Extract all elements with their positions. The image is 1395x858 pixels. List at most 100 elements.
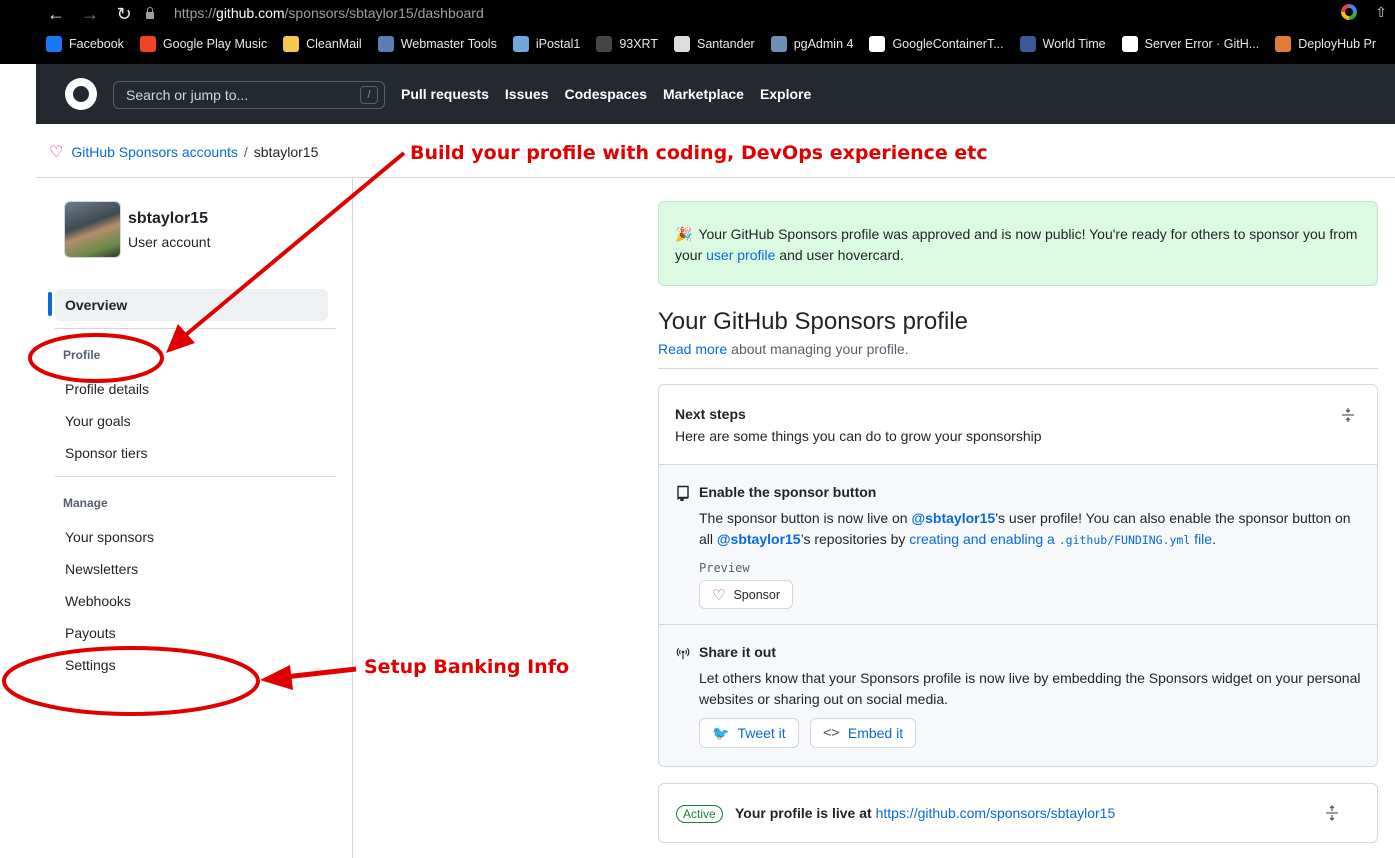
bookmark-item[interactable]: Santander — [674, 36, 755, 52]
embed-it-button[interactable]: <> Embed it — [810, 718, 917, 748]
lock-icon — [144, 7, 156, 19]
back-arrow-icon[interactable]: ← — [46, 4, 66, 25]
settings-arrow-line — [284, 666, 357, 680]
sidebar-separator — [55, 476, 336, 477]
bookmark-label: GoogleContainerT... — [892, 37, 1004, 51]
bookmark-favicon-icon — [512, 36, 529, 52]
address-bar[interactable]: https://github.com/sponsors/sbtaylor15/d… — [144, 1, 1380, 25]
bookmark-favicon-icon — [869, 36, 886, 52]
breadcrumb: ♡ GitHub Sponsors accounts / sbtaylor15 — [49, 142, 318, 162]
sidebar-item-newsletters[interactable]: Newsletters — [65, 561, 138, 577]
nav-issues[interactable]: Issues — [505, 86, 549, 102]
tweet-it-button[interactable]: 🐦 Tweet it — [699, 718, 799, 748]
tweet-it-label: Tweet it — [737, 725, 786, 741]
nav-codespaces[interactable]: Codespaces — [565, 86, 647, 102]
divider — [658, 368, 1378, 369]
github-logo-icon[interactable] — [65, 78, 97, 110]
link-text: creating and enabling a — [909, 531, 1059, 547]
reload-icon[interactable]: ↻ — [114, 4, 134, 25]
code-icon: <> — [823, 725, 840, 741]
sidebar-item-settings[interactable]: Settings — [65, 657, 116, 673]
browser-nav: ← → ↻ — [46, 4, 134, 25]
google-icon[interactable] — [1341, 4, 1358, 20]
user-mention-link[interactable]: @sbtaylor15 — [717, 531, 801, 547]
sidebar-item-your-sponsors[interactable]: Your sponsors — [65, 529, 154, 545]
preview-label: Preview — [699, 561, 750, 575]
sidebar-heading-manage: Manage — [63, 496, 108, 510]
divider — [36, 177, 1395, 178]
live-text: Your profile is live at — [735, 805, 876, 821]
party-popper-icon: 🎉 — [675, 226, 693, 242]
link-code: .github/FUNDING.yml — [1058, 533, 1191, 547]
nav-explore[interactable]: Explore — [760, 86, 811, 102]
sidebar-item-webhooks[interactable]: Webhooks — [65, 593, 131, 609]
bookmark-label: Facebook — [69, 37, 124, 51]
bookmark-item[interactable]: Facebook — [46, 36, 124, 52]
bookmark-item[interactable]: World Time — [1019, 36, 1106, 52]
bookmark-label: Santander — [697, 37, 755, 51]
nav-pull-requests[interactable]: Pull requests — [401, 86, 489, 102]
unfold-icon[interactable] — [1325, 805, 1339, 821]
sponsor-button-preview[interactable]: ♡ Sponsor — [699, 580, 794, 609]
breadcrumb-root-link[interactable]: GitHub Sponsors accounts — [71, 144, 238, 160]
sponsor-button-label: Sponsor — [733, 587, 781, 602]
bookmark-label: CleanMail — [306, 37, 362, 51]
enable-sponsor-button-description: The sponsor button is now live on @sbtay… — [699, 508, 1364, 551]
bookmark-favicon-icon — [139, 36, 156, 52]
bookmark-item[interactable]: DeployHub Pr — [1275, 36, 1376, 52]
url-host: github.com — [216, 5, 285, 21]
share-it-out-step: Share it out Let others know that your S… — [659, 625, 1377, 766]
desc-text: . — [1212, 531, 1216, 547]
profile-status-box: Active Your profile is live at https://g… — [658, 783, 1378, 843]
share-icon[interactable]: ⇧ — [1375, 4, 1387, 21]
profile-annotation: Build your profile with coding, DevOps e… — [410, 142, 988, 164]
sidebar-item-your-goals[interactable]: Your goals — [65, 413, 131, 429]
bookmark-favicon-icon — [1121, 36, 1138, 52]
search-input[interactable]: Search or jump to... / — [113, 81, 385, 109]
url-prefix: https:// — [174, 5, 217, 21]
page-subtitle: Read more about managing your profile. — [658, 341, 909, 357]
bookmark-favicon-icon — [1019, 36, 1036, 52]
profile-live-text: Your profile is live at https://github.c… — [735, 805, 1115, 821]
read-more-link[interactable]: Read more — [658, 341, 727, 357]
url-path: /sponsors/sbtaylor15/dashboard — [284, 5, 484, 21]
sidebar-item-overview[interactable]: Overview — [55, 289, 328, 321]
search-placeholder: Search or jump to... — [126, 87, 249, 103]
link-text: file — [1190, 531, 1213, 547]
settings-arrow-head — [260, 665, 293, 690]
user-mention-link[interactable]: @sbtaylor15 — [911, 510, 995, 526]
fold-icon[interactable] — [1341, 407, 1355, 423]
bookmark-item[interactable]: Webmaster Tools — [377, 36, 497, 52]
desc-text: ’s repositories by — [800, 531, 910, 547]
forward-arrow-icon[interactable]: → — [80, 4, 100, 25]
user-profile-link[interactable]: user profile — [706, 247, 775, 263]
sidebar-heading-profile: Profile — [63, 348, 101, 362]
bookmark-item[interactable]: Server Error · GitH... — [1121, 36, 1259, 52]
next-steps-box: Next steps Here are some things you can … — [658, 384, 1378, 767]
bookmark-item[interactable]: Google Play Music — [139, 36, 267, 52]
enable-sponsor-button-step: Enable the sponsor button The sponsor bu… — [659, 465, 1377, 625]
browser-extensions: ⇧ — [1341, 4, 1387, 21]
account-type: User account — [128, 234, 211, 250]
sidebar-item-payouts[interactable]: Payouts — [65, 625, 116, 641]
bookmark-label: pgAdmin 4 — [793, 37, 854, 51]
sidebar-divider — [352, 178, 353, 858]
broadcast-icon — [676, 647, 690, 660]
breadcrumb-separator: / — [243, 144, 248, 160]
status-badge: Active — [676, 805, 723, 823]
sponsors-profile-link[interactable]: https://github.com/sponsors/sbtaylor15 — [876, 805, 1116, 821]
header-nav: Pull requests Issues Codespaces Marketpl… — [401, 86, 811, 102]
bookmark-item[interactable]: GoogleContainerT... — [869, 36, 1004, 52]
bookmark-favicon-icon — [770, 36, 787, 52]
breadcrumb-current: sbtaylor15 — [253, 144, 319, 160]
nav-marketplace[interactable]: Marketplace — [663, 86, 744, 102]
bookmark-item[interactable]: 93XRT — [596, 36, 658, 52]
flash-text-end: and user hovercard. — [775, 247, 904, 263]
bookmark-item[interactable]: pgAdmin 4 — [770, 36, 854, 52]
bookmark-item[interactable]: iPostal1 — [512, 36, 580, 52]
sidebar-item-profile-details[interactable]: Profile details — [65, 381, 149, 397]
funding-file-link[interactable]: creating and enabling a .github/FUNDING.… — [909, 531, 1212, 547]
sidebar-item-sponsor-tiers[interactable]: Sponsor tiers — [65, 445, 147, 461]
bookmark-item[interactable]: CleanMail — [283, 36, 362, 52]
next-steps-header: Next steps Here are some things you can … — [659, 385, 1377, 465]
